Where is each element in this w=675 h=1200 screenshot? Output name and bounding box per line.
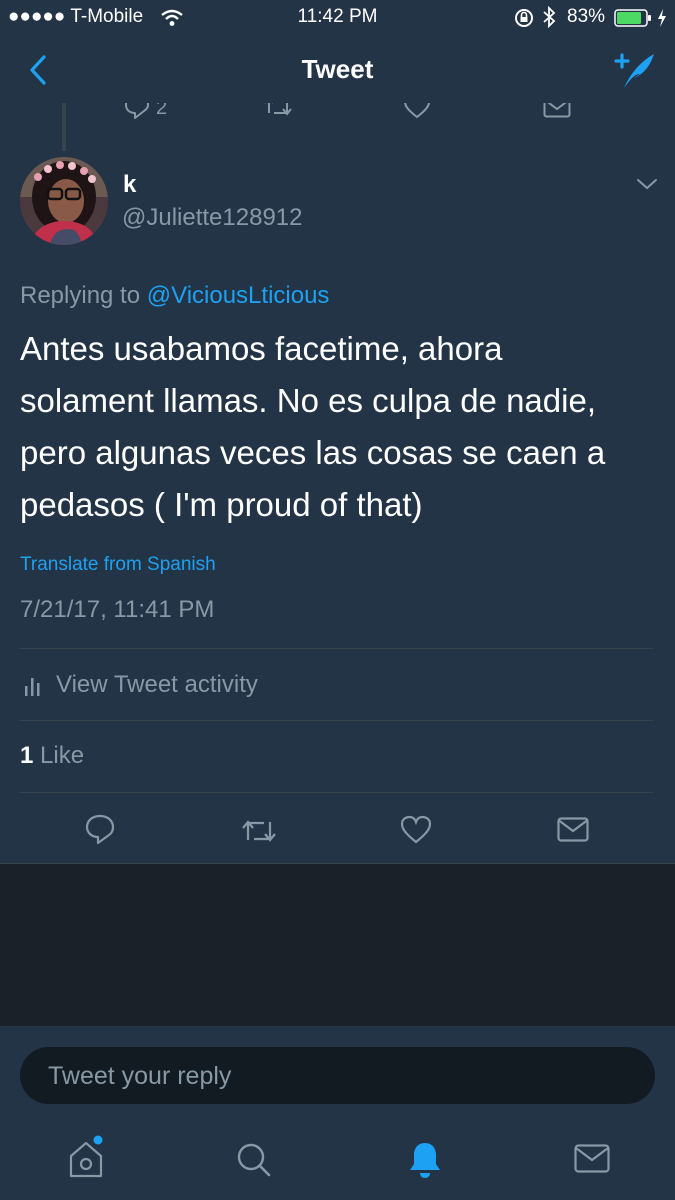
user-handle[interactable]: @Juliette128912 <box>122 204 303 232</box>
battery-icon <box>614 9 652 27</box>
tweet-text-line: Antes usabamos facetime, ahora <box>20 330 503 367</box>
bluetooth-icon <box>542 6 556 28</box>
compose-icon[interactable] <box>612 50 658 90</box>
nav-bar: Tweet <box>0 36 675 103</box>
dm-icon[interactable] <box>557 817 589 843</box>
previous-tweet-actions: 2 <box>0 103 675 125</box>
replying-prefix: Replying to <box>20 282 141 309</box>
timestamp: 7/21/17, 11:41 PM <box>20 596 215 623</box>
like-icon[interactable] <box>403 103 431 121</box>
tweet-text-line: solament llamas. No es culpa de nadie, <box>20 382 596 419</box>
rotation-lock-icon <box>514 8 534 28</box>
like-label: Like <box>40 742 85 769</box>
previous-reply-count: 2 <box>156 103 168 119</box>
messages-icon[interactable] <box>574 1144 610 1174</box>
reply-icon[interactable] <box>84 813 116 845</box>
reply-placeholder: Tweet your reply <box>48 1062 232 1090</box>
retweet-icon[interactable] <box>262 103 294 119</box>
divider <box>20 720 653 721</box>
display-name[interactable]: k <box>123 171 136 199</box>
reply-bar: Tweet your reply <box>0 1026 675 1126</box>
charging-icon <box>656 8 668 28</box>
reply-icon[interactable] <box>124 103 150 119</box>
dm-icon[interactable] <box>543 103 571 119</box>
replying-handle-link[interactable]: @ViciousLticious <box>147 282 330 309</box>
home-icon[interactable] <box>68 1134 106 1178</box>
tweet-activity-row[interactable]: View Tweet activity <box>20 658 653 713</box>
notifications-icon[interactable] <box>407 1140 443 1180</box>
replying-to: Replying to @ViciousLticious <box>20 282 329 310</box>
like-icon[interactable] <box>400 814 432 846</box>
tab-bar <box>0 1126 675 1200</box>
tweet-detail: 2 k @Juliette128912 Replying to @Vicious… <box>0 103 675 863</box>
tweet-activity-label: View Tweet activity <box>56 671 258 698</box>
tweet-text-line: pedasos ( I'm proud of that) <box>20 486 423 523</box>
divider <box>20 792 653 793</box>
chevron-down-icon[interactable] <box>636 177 658 191</box>
retweet-icon[interactable] <box>240 816 278 846</box>
status-bar: ●●●●● T-Mobile 11:42 PM 83% <box>0 0 675 36</box>
search-icon[interactable] <box>236 1142 272 1178</box>
divider <box>20 648 653 649</box>
thread-line <box>62 103 66 151</box>
bar-chart-icon <box>24 676 42 696</box>
tweet-text: Antes usabamos facetime, ahora solament … <box>20 323 605 531</box>
divider <box>0 863 675 864</box>
page-title: Tweet <box>301 54 374 84</box>
likes-summary[interactable]: 1 Like <box>20 742 84 770</box>
tweet-text-line: pero algunas veces las cosas se caen a <box>20 434 606 471</box>
avatar[interactable] <box>20 157 108 245</box>
battery-percent: 83% <box>567 6 606 27</box>
like-count: 1 <box>20 742 34 769</box>
translate-link[interactable]: Translate from Spanish <box>20 554 216 576</box>
reply-input[interactable]: Tweet your reply <box>20 1047 655 1104</box>
